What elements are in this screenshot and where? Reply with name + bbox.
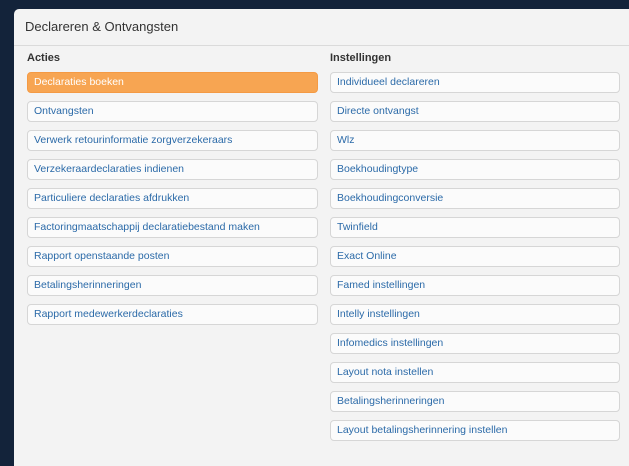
page-title: Declareren & Ontvangsten <box>25 19 179 34</box>
instellingen-item-infomedics[interactable]: Infomedics instellingen <box>330 333 620 354</box>
declareren-panel: Declareren & Ontvangsten Acties Instelli… <box>14 9 629 466</box>
acties-heading: Acties <box>27 52 61 64</box>
title-divider <box>14 45 629 46</box>
instellingen-item-layout-nota[interactable]: Layout nota instellen <box>330 362 620 383</box>
acties-item-ontvangsten[interactable]: Ontvangsten <box>27 101 318 122</box>
instellingen-list: Individueel declareren Directe ontvangst… <box>330 72 620 449</box>
acties-item-rapport-openstaande-posten[interactable]: Rapport openstaande posten <box>27 246 318 267</box>
instellingen-item-wlz[interactable]: Wlz <box>330 130 620 151</box>
instellingen-item-individueel-declareren[interactable]: Individueel declareren <box>330 72 620 93</box>
acties-item-particuliere-declaraties[interactable]: Particuliere declaraties afdrukken <box>27 188 318 209</box>
instellingen-item-intelly[interactable]: Intelly instellingen <box>330 304 620 325</box>
instellingen-item-exact-online[interactable]: Exact Online <box>330 246 620 267</box>
acties-item-declaraties-boeken[interactable]: Declaraties boeken <box>27 72 318 93</box>
instellingen-heading: Instellingen <box>330 52 392 64</box>
instellingen-item-layout-betalingsherinnering[interactable]: Layout betalingsherinnering instellen <box>330 420 620 441</box>
instellingen-item-directe-ontvangst[interactable]: Directe ontvangst <box>330 101 620 122</box>
acties-item-verzekeraardeclaraties-indienen[interactable]: Verzekeraardeclaraties indienen <box>27 159 318 180</box>
instellingen-item-boekhoudingtype[interactable]: Boekhoudingtype <box>330 159 620 180</box>
acties-item-factoringmaatschappij[interactable]: Factoringmaatschappij declaratiebestand … <box>27 217 318 238</box>
instellingen-item-betalingsherinneringen[interactable]: Betalingsherinneringen <box>330 391 620 412</box>
instellingen-item-boekhoudingconversie[interactable]: Boekhoudingconversie <box>330 188 620 209</box>
acties-item-rapport-medewerkerdeclaraties[interactable]: Rapport medewerkerdeclaraties <box>27 304 318 325</box>
instellingen-item-famed[interactable]: Famed instellingen <box>330 275 620 296</box>
acties-item-betalingsherinneringen[interactable]: Betalingsherinneringen <box>27 275 318 296</box>
instellingen-item-twinfield[interactable]: Twinfield <box>330 217 620 238</box>
acties-item-verwerk-retourinformatie[interactable]: Verwerk retourinformatie zorgverzekeraar… <box>27 130 318 151</box>
acties-list: Declaraties boeken Ontvangsten Verwerk r… <box>27 72 318 333</box>
